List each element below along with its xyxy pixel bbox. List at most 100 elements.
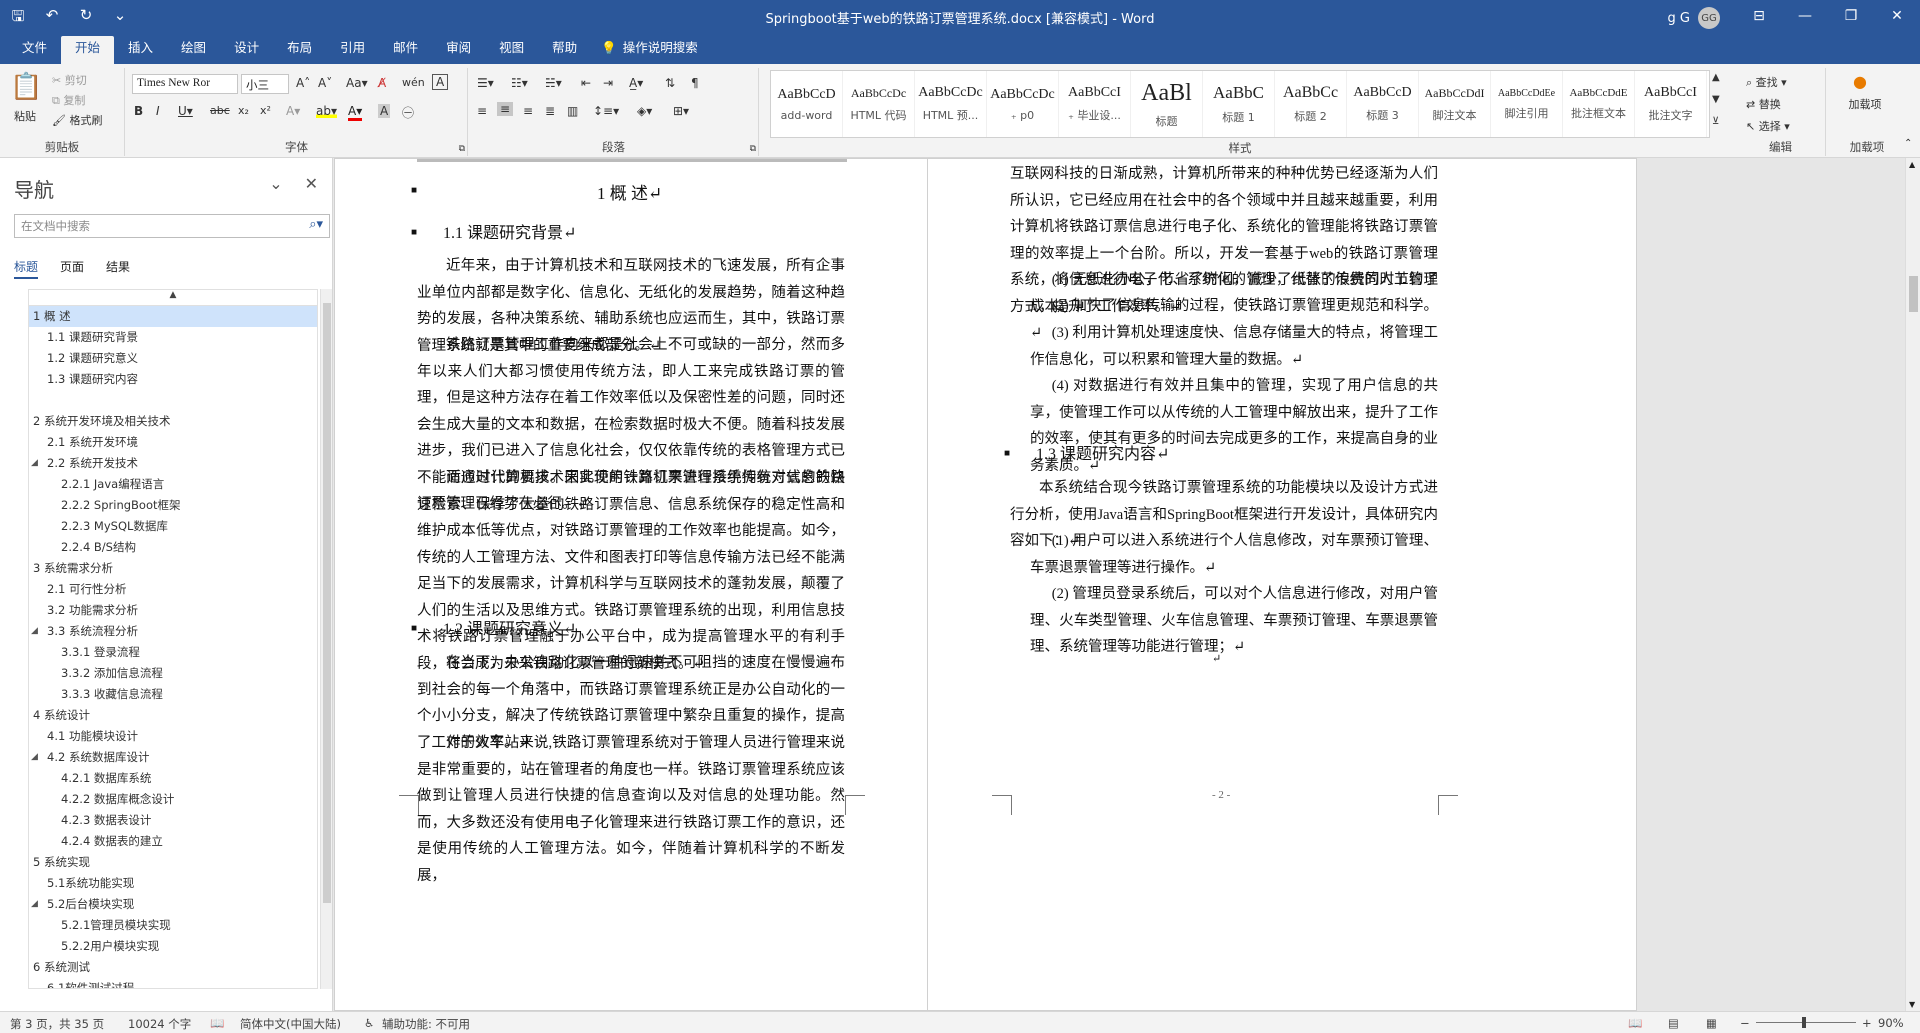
nav-heading-item[interactable]: 2.2.4 B/S结构 [29, 537, 317, 558]
addins-button[interactable]: 加载项 [1845, 98, 1885, 112]
show-marks-icon[interactable]: ¶ [691, 76, 699, 90]
style-item[interactable]: AaBbCcDdE 批注框文本 [1563, 71, 1635, 137]
grow-font-icon[interactable]: A˄ [296, 76, 310, 90]
nav-heading-item[interactable]: 1.3 课题研究内容 [29, 369, 317, 390]
style-item[interactable]: AaBbCcDc HTML 代码 [843, 71, 915, 137]
ribbon-display-icon[interactable]: ⊟ [1736, 0, 1782, 32]
expand-collapse-icon[interactable]: ◢ [31, 453, 38, 474]
proofing-icon[interactable]: 📖 [210, 1016, 224, 1030]
nav-heading-item[interactable]: 2.2.3 MySQL数据库 [29, 516, 317, 537]
nav-heading-item[interactable]: 1.2 课题研究意义 [29, 348, 317, 369]
superscript-icon[interactable]: x² [260, 104, 271, 117]
increase-indent-icon[interactable]: ⇥ [603, 76, 613, 90]
style-item[interactable]: AaBbCc 标题 2 [1275, 71, 1347, 137]
chinese-layout-icon[interactable]: A̲▾ [629, 76, 643, 90]
bullets-icon[interactable]: ☰▾ [477, 76, 494, 90]
expand-collapse-icon[interactable]: ◢ [31, 894, 38, 915]
clear-format-icon[interactable]: A̸ [378, 76, 386, 90]
style-item[interactable]: AaBbCcDdEe 脚注引用 [1491, 71, 1563, 137]
justify-icon[interactable]: ≣ [545, 104, 555, 118]
nav-heading-item[interactable]: 2.1 可行性分析 [29, 579, 317, 600]
align-left-icon[interactable]: ≡ [477, 104, 487, 118]
styles-scroll-up-icon[interactable]: ▲ [1712, 72, 1720, 83]
tab-review[interactable]: 审阅 [432, 36, 485, 64]
align-right-icon[interactable]: ≡ [523, 104, 533, 118]
nav-heading-item[interactable]: ◢2 系统开发环境及相关技术 [29, 411, 317, 432]
nav-heading-item[interactable]: ◢3 系统需求分析 [29, 558, 317, 579]
cut-button[interactable]: ✂ 剪切 [52, 72, 87, 88]
zoom-level[interactable]: 90% [1878, 1016, 1904, 1030]
chevron-down-icon[interactable]: ⌄ [269, 174, 282, 193]
close-icon[interactable]: ✕ [305, 174, 318, 193]
select-button[interactable]: ↖ 选择 ▾ [1746, 118, 1790, 134]
replace-button[interactable]: ⇄ 替换 [1746, 96, 1781, 112]
document-scrollbar-thumb[interactable] [1909, 276, 1918, 312]
restore-icon[interactable]: ❐ [1828, 0, 1874, 32]
read-mode-icon[interactable]: 📖 [1628, 1016, 1642, 1030]
tab-view[interactable]: 视图 [485, 36, 538, 64]
tab-insert[interactable]: 插入 [114, 36, 167, 64]
nav-heading-item[interactable]: 4.2.2 数据库概念设计 [29, 789, 317, 810]
page-count[interactable]: 第 3 页，共 35 页 [10, 1016, 104, 1032]
sort-icon[interactable]: ⇅ [665, 76, 675, 90]
borders-icon[interactable]: ⊞▾ [673, 104, 689, 118]
user-account[interactable]: g G GG [1668, 7, 1720, 29]
underline-icon[interactable]: U▾ [178, 104, 193, 118]
word-count[interactable]: 10024 个字 [128, 1016, 191, 1032]
tab-mailings[interactable]: 邮件 [379, 36, 432, 64]
nav-heading-item[interactable]: ◢ 2.2 系统开发技术 [29, 453, 317, 474]
nav-heading-item[interactable]: 6.1软件测试过程 [29, 978, 317, 988]
nav-heading-item[interactable]: 4.2.4 数据表的建立 [29, 831, 317, 852]
style-item[interactable]: AaBbCcDdI 脚注文本 [1419, 71, 1491, 137]
zoom-in-icon[interactable]: + [1862, 1016, 1872, 1030]
search-icon[interactable]: ⌕▾ [309, 217, 323, 232]
print-layout-icon[interactable]: ▤ [1668, 1016, 1679, 1030]
nav-scrollbar-thumb[interactable] [323, 303, 331, 903]
minimize-icon[interactable]: — [1782, 0, 1828, 32]
style-item[interactable]: AaBbCcI ₊ 毕业设... [1059, 71, 1131, 137]
text-effects-icon[interactable]: A▾ [286, 104, 300, 118]
nav-tab-pages[interactable]: 页面 [60, 258, 84, 279]
tab-help[interactable]: 帮助 [538, 36, 591, 64]
font-size-box[interactable]: 小三 [241, 74, 289, 94]
char-shading-icon[interactable]: A [378, 104, 391, 118]
nav-heading-item[interactable]: ◢4 系统设计 [29, 705, 317, 726]
zoom-slider-thumb[interactable] [1802, 1017, 1806, 1028]
nav-heading-item[interactable]: ◢ 5.2后台模块实现 [29, 894, 317, 915]
style-item[interactable]: AaBbCcI 批注文字 [1635, 71, 1707, 137]
nav-heading-item[interactable]: 4.2.3 数据表设计 [29, 810, 317, 831]
document-scrollbar[interactable]: ▲ ▼ [1905, 158, 1920, 1011]
bold-icon[interactable]: B [134, 104, 143, 118]
collapse-all-icon[interactable]: ▲ [29, 290, 317, 306]
multilevel-list-icon[interactable]: ☵▾ [545, 76, 562, 90]
nav-heading-item[interactable]: ◢ 3.3 系统流程分析 [29, 621, 317, 642]
style-item[interactable]: AaBl 标题 [1131, 71, 1203, 137]
nav-heading-item[interactable]: 4.2.1 数据库系统 [29, 768, 317, 789]
style-item[interactable]: AaBbCcD 标题 3 [1347, 71, 1419, 137]
nav-heading-item[interactable]: 1.1 课题研究背景 [29, 327, 317, 348]
nav-heading-item[interactable]: 3.3.1 登录流程 [29, 642, 317, 663]
page-2[interactable]: 互联网科技的日渐成熟，计算机所带来的种种优势已经逐渐为人们所认识，它已经应用在社… [927, 158, 1637, 1011]
distribute-icon[interactable]: ▥ [567, 104, 578, 118]
nav-heading-item[interactable]: 5.2.2用户模块实现 [29, 936, 317, 957]
scroll-down-icon[interactable]: ▼ [1909, 1000, 1915, 1009]
tab-layout[interactable]: 布局 [273, 36, 326, 64]
nav-heading-item[interactable]: 5.2.1管理员模块实现 [29, 915, 317, 936]
shrink-font-icon[interactable]: A˅ [318, 76, 332, 90]
zoom-out-icon[interactable]: − [1740, 1016, 1750, 1030]
nav-heading-item[interactable]: ◢6 系统测试 [29, 957, 317, 978]
expand-collapse-icon[interactable]: ◢ [31, 747, 38, 768]
style-item[interactable]: AaBbC 标题 1 [1203, 71, 1275, 137]
nav-heading-item[interactable]: 2.1 系统开发环境 [29, 432, 317, 453]
tab-file[interactable]: 文件 [8, 36, 61, 64]
char-border-icon[interactable]: A [432, 74, 449, 90]
nav-heading-item[interactable]: 2.2.2 SpringBoot框架 [29, 495, 317, 516]
nav-heading-item[interactable]: 4.1 功能模块设计 [29, 726, 317, 747]
style-item[interactable]: AaBbCcD add-word [771, 71, 843, 137]
styles-more-icon[interactable]: ⊻ [1712, 116, 1719, 127]
nav-tab-results[interactable]: 结果 [106, 258, 130, 279]
change-case-icon[interactable]: Aa▾ [346, 76, 368, 90]
language[interactable]: 简体中文(中国大陆) [240, 1016, 341, 1032]
paste-icon[interactable]: 📋 [10, 72, 42, 102]
nav-heading-item[interactable]: ◢1 概 述 [29, 306, 317, 327]
